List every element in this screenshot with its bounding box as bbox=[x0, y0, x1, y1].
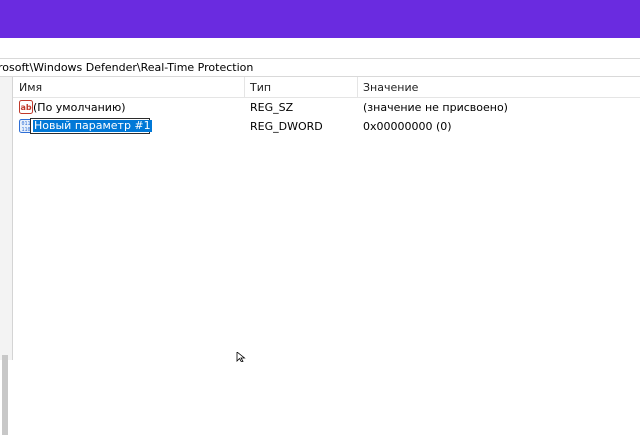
mouse-cursor-icon bbox=[236, 352, 246, 362]
value-data: (значение не присвоено) bbox=[363, 101, 508, 114]
list-row[interactable]: ab (По умолчанию) REG_SZ (значение не пр… bbox=[13, 98, 640, 117]
menu-bar bbox=[0, 38, 640, 58]
string-value-icon: ab bbox=[19, 100, 33, 114]
column-header-value[interactable]: Значение bbox=[363, 77, 418, 97]
value-name: (По умолчанию) bbox=[33, 101, 126, 114]
svg-text:ab: ab bbox=[20, 103, 31, 112]
key-tree-pane[interactable] bbox=[0, 77, 13, 435]
value-type: REG_DWORD bbox=[250, 120, 323, 133]
rename-selected-text[interactable]: Новый параметр #1 bbox=[33, 120, 152, 132]
address-bar[interactable]: rosoft\Windows Defender\Real-Time Protec… bbox=[0, 59, 640, 77]
value-data: 0x00000000 (0) bbox=[363, 120, 452, 133]
tree-scrollbar-thumb[interactable] bbox=[2, 355, 8, 435]
rename-input[interactable]: Новый параметр #1 bbox=[30, 118, 152, 134]
column-header-type[interactable]: Тип bbox=[250, 77, 271, 97]
window-title-bar[interactable] bbox=[0, 0, 640, 38]
values-list[interactable]: Имя Тип Значение ab (По умолчанию) REG_S… bbox=[13, 77, 640, 360]
list-row[interactable]: 011 110 Новый параметр #1 REG_DWORD 0x00… bbox=[13, 117, 640, 136]
list-header: Имя Тип Значение bbox=[13, 77, 640, 98]
column-header-name[interactable]: Имя bbox=[19, 77, 42, 97]
column-divider[interactable] bbox=[357, 77, 358, 97]
column-divider[interactable] bbox=[244, 77, 245, 97]
value-type: REG_SZ bbox=[250, 101, 294, 114]
address-path[interactable]: rosoft\Windows Defender\Real-Time Protec… bbox=[0, 59, 253, 76]
